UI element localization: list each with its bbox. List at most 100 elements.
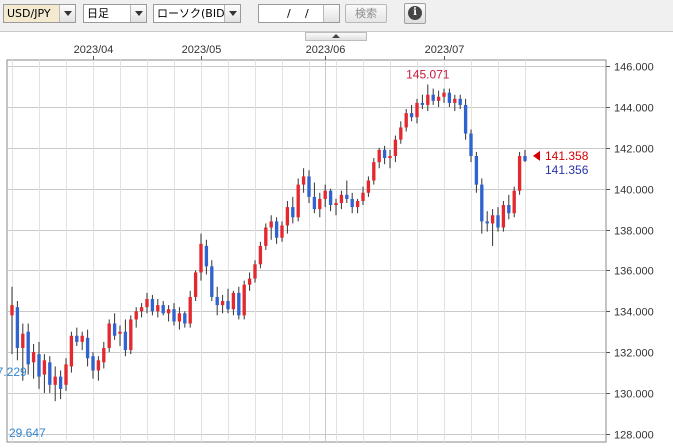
chevron-down-icon[interactable] <box>224 5 240 22</box>
candle-body <box>37 354 41 377</box>
candle-body <box>426 94 430 105</box>
candle-body <box>21 333 25 349</box>
candle-body <box>96 360 101 371</box>
candle-body <box>409 113 414 118</box>
candle-body <box>215 296 219 306</box>
candlestick-chart[interactable]: 146.000 144.000 142.000 140.000 138.000 136.0… <box>0 31 673 447</box>
candle-body <box>107 323 111 349</box>
chevron-down-icon[interactable] <box>130 5 146 22</box>
candle-body <box>139 307 144 312</box>
candle-body <box>415 102 419 118</box>
candle-body <box>328 190 333 206</box>
candle-body <box>199 243 203 273</box>
candle-body <box>301 176 306 185</box>
search-button[interactable]: 検索 <box>345 4 387 23</box>
candle-body <box>350 198 354 208</box>
toolbar: USD/JPY 日足 ローソク(BID) / / 検索 i <box>0 0 673 30</box>
chart-type-select[interactable]: ローソク(BID) <box>153 4 241 23</box>
candle-body <box>204 245 209 267</box>
last-bid-label: 141.358 <box>545 149 589 163</box>
candle-body <box>112 323 117 336</box>
candle-body <box>345 194 349 199</box>
chart-type-select-value: ローソク(BID) <box>157 7 229 20</box>
candle-body <box>80 335 84 342</box>
candle-body <box>399 127 403 140</box>
candle-body <box>269 221 273 228</box>
candle-body <box>42 360 47 375</box>
chevron-down-icon[interactable] <box>59 5 75 22</box>
candle-body <box>242 284 246 316</box>
candle-body <box>490 215 495 224</box>
candle-body <box>193 272 198 297</box>
candle-body <box>253 264 257 279</box>
candle-body <box>496 215 500 228</box>
info-button[interactable]: i <box>404 3 426 24</box>
candle-body <box>285 207 290 226</box>
candle-body <box>258 245 263 265</box>
y-tick-label: 134.000 <box>614 307 654 319</box>
info-icon: i <box>408 6 422 20</box>
candle-body <box>458 98 462 105</box>
candle-body <box>447 92 452 103</box>
candle-body <box>58 376 63 389</box>
plot-frame <box>6 59 607 443</box>
candle <box>193 270 198 302</box>
candle-body <box>129 319 133 351</box>
candle-body <box>436 96 441 101</box>
date-separator-day: / <box>305 7 309 20</box>
candle-body <box>237 292 241 316</box>
candle-body <box>388 156 392 159</box>
candle <box>107 319 111 353</box>
x-tick-label: 2023/06 <box>306 44 346 56</box>
candle-body <box>393 139 398 157</box>
high-price-label: 145.071 <box>406 68 450 82</box>
candle-body <box>48 362 52 385</box>
candle <box>210 260 214 302</box>
period-select[interactable]: 日足 <box>83 4 147 23</box>
candle-body <box>161 305 165 314</box>
candle-body <box>339 194 344 203</box>
candle-body <box>312 196 317 210</box>
candle-body <box>53 376 57 385</box>
candle-body <box>453 98 457 103</box>
last-ask-label: 141.356 <box>545 163 589 177</box>
y-tick-label: 136.000 <box>614 266 654 278</box>
candle-body <box>102 348 106 363</box>
candle-body <box>247 278 252 285</box>
candle-body <box>118 331 122 334</box>
candle-body <box>150 299 155 312</box>
y-tick-label: 132.000 <box>614 348 654 360</box>
candle-body <box>64 364 68 385</box>
y-tick-label: 128.000 <box>614 430 654 442</box>
candle <box>296 178 300 222</box>
candle-body <box>264 227 268 246</box>
candle <box>242 280 246 320</box>
x-tick-label: 2023/04 <box>74 44 114 56</box>
date-input[interactable]: / / <box>258 4 340 23</box>
y-tick-label: 146.000 <box>614 62 654 74</box>
period-select-value: 日足 <box>87 7 109 20</box>
candle-body <box>463 104 468 134</box>
candle-body <box>404 113 408 128</box>
candle-body <box>10 305 14 316</box>
candle <box>517 151 522 195</box>
candle-body <box>501 205 506 228</box>
y-tick-label: 142.000 <box>614 144 654 156</box>
candle-body <box>183 313 187 324</box>
low-price-label: 137.229 <box>0 365 27 379</box>
candle-body <box>372 162 376 181</box>
candle <box>69 331 74 373</box>
candle-body <box>507 205 511 214</box>
candle-body <box>69 335 74 367</box>
candle-body <box>296 184 300 218</box>
candle-body <box>123 331 128 351</box>
symbol-select[interactable]: USD/JPY <box>3 4 76 23</box>
candle-body <box>420 102 425 105</box>
chevron-down-icon[interactable] <box>323 5 339 22</box>
y-tick-label: 144.000 <box>614 103 654 115</box>
chart-grid <box>6 56 610 443</box>
candle-body <box>91 356 95 371</box>
candle-body <box>366 180 371 193</box>
candle-body <box>523 156 527 161</box>
y-axis-labels: 146.000 144.000 142.000 140.000 138.000 136.0… <box>614 62 654 442</box>
